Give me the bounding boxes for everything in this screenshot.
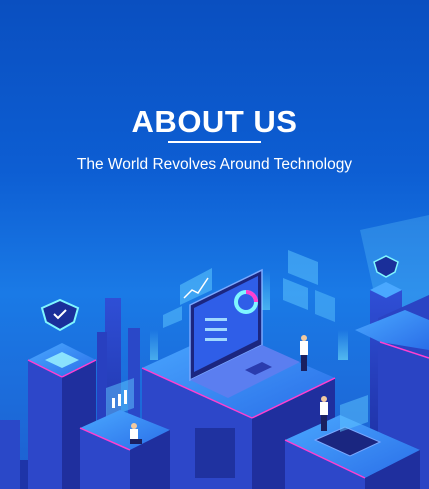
isometric-tech-illustration xyxy=(0,215,429,489)
page-subtitle: The World Revolves Around Technology xyxy=(76,156,353,173)
title-underline xyxy=(168,141,261,143)
shield-icon xyxy=(40,298,80,332)
about-us-banner: ABOUT US The World Revolves Around Techn… xyxy=(0,0,429,489)
page-title: ABOUT US xyxy=(131,104,298,139)
